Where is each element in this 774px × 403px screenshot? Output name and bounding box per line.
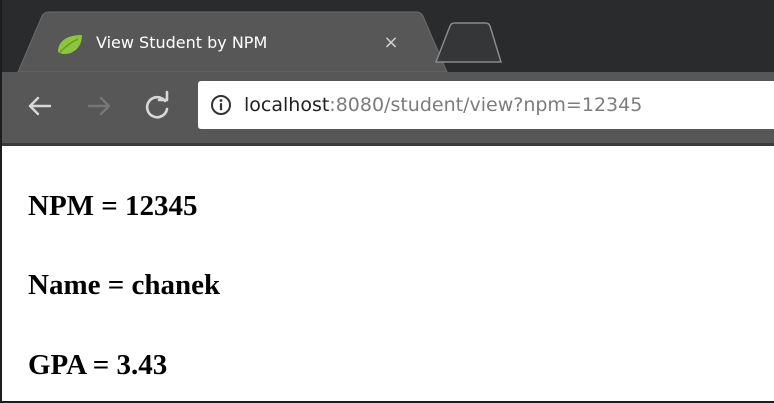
url-text[interactable]: localhost:8080/student/view?npm=12345 [244, 92, 642, 118]
student-npm: NPM = 12345 [28, 190, 198, 222]
back-button[interactable] [22, 89, 56, 123]
forward-button[interactable] [83, 89, 117, 123]
tab-close-button[interactable]: × [381, 33, 401, 53]
reload-button[interactable] [140, 89, 174, 123]
tab-strip: View Student by NPM × [2, 0, 774, 72]
browser-window: View Student by NPM × localhost:8080/stu… [0, 0, 774, 403]
page-content: NPM = 12345 Name = chanek GPA = 3.43 [2, 146, 774, 401]
tab-title: View Student by NPM [96, 33, 268, 52]
url-path: :8080/student/view?npm=12345 [329, 94, 643, 116]
leaf-icon [58, 35, 82, 54]
reload-icon [145, 90, 169, 119]
arrow-left-icon [28, 96, 52, 116]
address-bar[interactable]: localhost:8080/student/view?npm=12345 [198, 81, 774, 129]
student-name: Name = chanek [28, 269, 221, 301]
student-gpa: GPA = 3.43 [28, 349, 168, 381]
url-host: localhost [244, 94, 330, 116]
browser-toolbar: localhost:8080/student/view?npm=12345 [2, 72, 774, 146]
info-icon[interactable] [210, 94, 232, 116]
new-tab-button[interactable] [434, 22, 503, 63]
arrow-right-icon [87, 96, 111, 116]
